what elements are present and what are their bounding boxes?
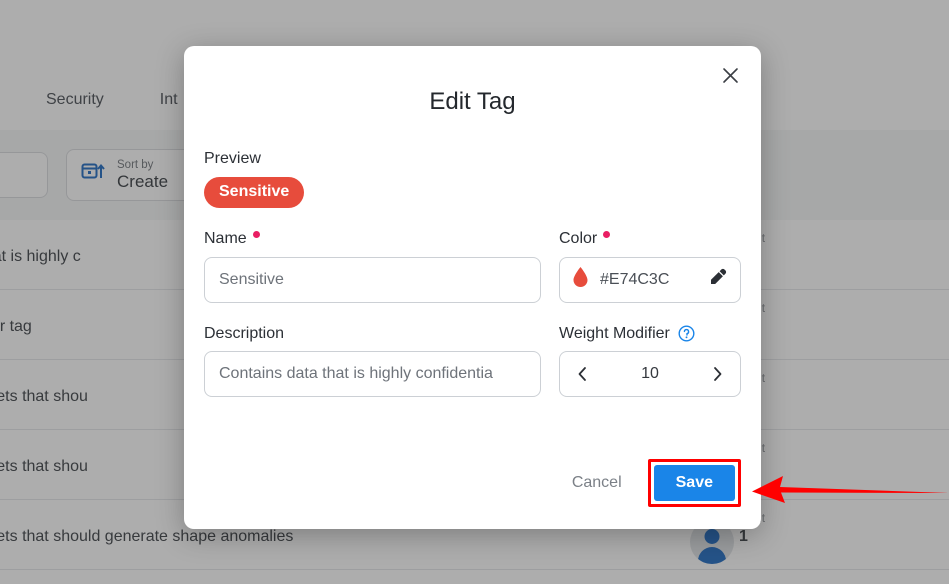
preview-section: Preview Sensitive — [204, 150, 741, 208]
description-label-text: Description — [204, 324, 285, 342]
save-button[interactable]: Save — [653, 465, 735, 501]
field-grid: Name Sensitive Color #E74C3C Description… — [204, 230, 741, 398]
dialog-title: Edit Tag — [429, 88, 516, 115]
chevron-right-icon[interactable] — [711, 366, 724, 382]
name-label-text: Name — [204, 229, 247, 247]
dialog-body: Preview Sensitive Name Sensitive Color #… — [204, 150, 741, 398]
weight-modifier-stepper[interactable]: 10 — [559, 351, 741, 398]
description-label: Description — [204, 325, 541, 343]
help-circle-icon[interactable] — [678, 325, 695, 342]
color-hex-value: #E74C3C — [600, 270, 670, 288]
name-input-value: Sensitive — [219, 270, 284, 288]
name-field-group: Name Sensitive — [204, 230, 541, 303]
weight-modifier-field-group: Weight Modifier 10 — [559, 325, 741, 398]
edit-tag-dialog: Edit Tag Preview Sensitive Name Sensitiv… — [184, 46, 761, 529]
eyedropper-icon[interactable] — [708, 267, 728, 292]
name-label: Name — [204, 230, 541, 248]
tag-preview-pill: Sensitive — [204, 176, 305, 208]
name-input[interactable]: Sensitive — [204, 256, 541, 303]
cancel-button[interactable]: Cancel — [562, 466, 632, 500]
dialog-actions: Cancel Save — [562, 459, 741, 507]
description-input[interactable]: Contains data that is highly confidentia — [204, 351, 541, 398]
save-button-highlight: Save — [647, 459, 741, 507]
description-field-group: Description Contains data that is highly… — [204, 325, 541, 398]
preview-label: Preview — [204, 150, 741, 168]
color-drop-icon[interactable] — [572, 266, 589, 293]
chevron-left-icon[interactable] — [576, 366, 589, 382]
color-field-group: Color #E74C3C — [559, 230, 741, 303]
weight-modifier-value: 10 — [641, 365, 659, 383]
description-input-value: Contains data that is highly confidentia — [219, 365, 493, 383]
weight-modifier-label: Weight Modifier — [559, 325, 741, 343]
color-input[interactable]: #E74C3C — [559, 256, 741, 303]
required-dot-icon — [603, 230, 611, 238]
weight-modifier-label-text: Weight Modifier — [559, 324, 670, 342]
preview-label-text: Preview — [204, 150, 261, 167]
required-dot-icon — [252, 230, 260, 238]
color-label-text: Color — [559, 229, 598, 247]
color-label: Color — [559, 230, 741, 248]
close-icon[interactable] — [715, 60, 745, 90]
